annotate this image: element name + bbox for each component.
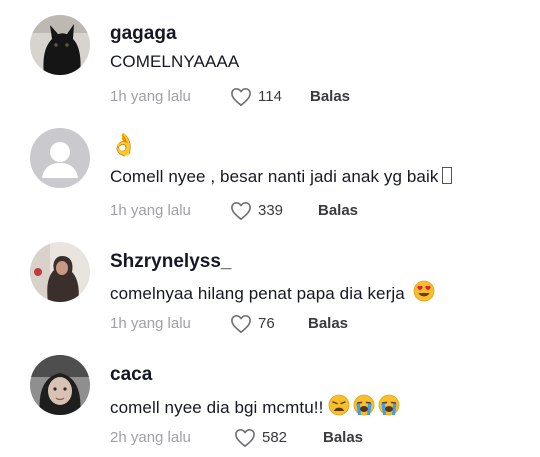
like-count: 114 xyxy=(258,88,282,105)
comment-username[interactable]: gagaga xyxy=(110,23,177,45)
weary-face-emoji-icon xyxy=(328,394,350,416)
like-count: 582 xyxy=(262,429,288,446)
loudly-crying-emoji-icon xyxy=(353,394,375,416)
loudly-crying-emoji-icon xyxy=(378,394,400,416)
like-count: 339 xyxy=(258,202,284,219)
like-count: 76 xyxy=(258,315,275,332)
comment-text: comell nyee dia bgi mcmtu!! xyxy=(110,394,400,418)
comment-username[interactable]: 👌 xyxy=(110,132,137,158)
comment-text: comelnyaa hilang penat papa dia kerja xyxy=(110,280,435,304)
comment-text-content: Comell nyee , besar nanti jadi anak yg b… xyxy=(110,167,439,186)
heart-icon[interactable] xyxy=(230,314,252,334)
comment-time: 1h yang lalu xyxy=(110,88,191,105)
photo-avatar-icon[interactable] xyxy=(30,242,90,302)
comment-time: 2h yang lalu xyxy=(110,429,191,446)
heart-eyes-emoji-icon xyxy=(413,280,435,302)
heart-icon[interactable] xyxy=(230,87,252,107)
heart-icon[interactable] xyxy=(234,428,256,448)
reply-button[interactable]: Balas xyxy=(308,315,348,332)
comment-text-content: comell nyee dia bgi mcmtu!! xyxy=(110,398,324,417)
default-user-avatar-icon[interactable] xyxy=(30,128,90,188)
comment-text-content: comelnyaa hilang penat papa dia kerja xyxy=(110,284,405,303)
reply-button[interactable]: Balas xyxy=(310,88,350,105)
comment-time: 1h yang lalu xyxy=(110,315,191,332)
missing-glyph-icon xyxy=(442,167,453,184)
photo-avatar-icon[interactable] xyxy=(30,355,90,415)
comment-username[interactable]: Shzrynelyss_ xyxy=(110,251,231,273)
comment-text: Comell nyee , besar nanti jadi anak yg b… xyxy=(110,167,453,187)
comment-text: COMELNYAAAA xyxy=(110,52,240,71)
comment-time: 1h yang lalu xyxy=(110,202,191,219)
heart-icon[interactable] xyxy=(230,201,252,221)
reply-button[interactable]: Balas xyxy=(323,429,363,446)
comment-username[interactable]: caca xyxy=(110,364,152,386)
black-cat-avatar-icon[interactable] xyxy=(30,15,90,75)
reply-button[interactable]: Balas xyxy=(318,202,358,219)
